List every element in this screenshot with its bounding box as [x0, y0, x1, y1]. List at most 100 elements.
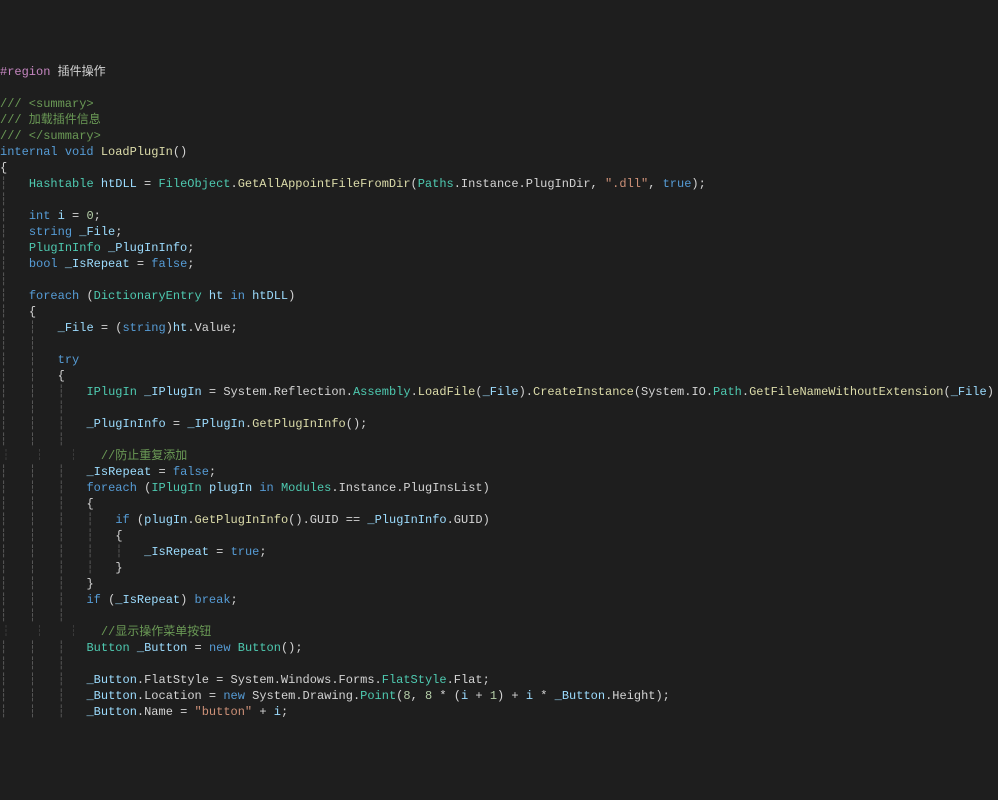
code-token: GetAllAppointFileFromDir [238, 177, 411, 191]
code-token [274, 481, 281, 495]
code-line[interactable]: ┆ ┆ ┆ [0, 608, 998, 624]
code-line[interactable]: ┆ ┆ ┆ //显示操作菜单按钮 [0, 624, 998, 640]
code-line[interactable]: ┆ ┆ ┆ [0, 432, 998, 448]
code-token [130, 641, 137, 655]
code-token: { [115, 529, 122, 543]
code-token: _Button [86, 673, 136, 687]
code-token: true [663, 177, 692, 191]
code-token: ( [411, 177, 418, 191]
code-line[interactable]: ┆ [0, 192, 998, 208]
code-line[interactable]: ┆ ┆ ┆ //防止重复添加 [0, 448, 998, 464]
code-token [58, 145, 65, 159]
code-token: .Height); [605, 689, 670, 703]
code-token [202, 481, 209, 495]
code-line[interactable]: ┆ ┆ ┆ _IsRepeat = false; [0, 464, 998, 480]
code-line[interactable]: ┆ ┆ ┆ _Button.Location = new System.Draw… [0, 688, 998, 704]
code-line[interactable] [0, 80, 998, 96]
code-line[interactable]: ┆ ┆ ┆ ┆ } [0, 560, 998, 576]
code-line[interactable]: ┆ ┆ ┆ if (_IsRepeat) break; [0, 592, 998, 608]
code-line[interactable]: ┆ ┆ ┆ } [0, 576, 998, 592]
code-token: , [411, 689, 425, 703]
code-token: ( [475, 385, 482, 399]
code-token: i [526, 689, 533, 703]
code-line[interactable]: internal void LoadPlugIn() [0, 144, 998, 160]
code-token: _File [483, 385, 519, 399]
code-line[interactable]: ┆ int i = 0; [0, 208, 998, 224]
code-token: ( [396, 689, 403, 703]
code-token: void [65, 145, 94, 159]
code-token: = [137, 177, 159, 191]
code-token: ht [209, 289, 223, 303]
code-token: FileObject [158, 177, 230, 191]
code-token: . [187, 513, 194, 527]
code-line[interactable]: ┆ ┆ ┆ Button _Button = new Button(); [0, 640, 998, 656]
code-line[interactable]: ┆ Hashtable htDLL = FileObject.GetAllApp… [0, 176, 998, 192]
code-token: { [29, 305, 36, 319]
code-token: DictionaryEntry [94, 289, 202, 303]
code-token: () [173, 145, 187, 159]
code-token: (); [281, 641, 303, 655]
code-line[interactable]: ┆ bool _IsRepeat = false; [0, 256, 998, 272]
code-line[interactable]: ┆ [0, 272, 998, 288]
code-line[interactable]: ┆ ┆ ┆ ┆ if (plugIn.GetPlugInInfo().GUID … [0, 512, 998, 528]
code-editor[interactable]: #region 插件操作 /// <summary>/// 加载插件信息/// … [0, 64, 998, 720]
code-line[interactable]: { [0, 160, 998, 176]
code-line[interactable]: ┆ ┆ ┆ ┆ ┆ _IsRepeat = true; [0, 544, 998, 560]
code-token [202, 289, 209, 303]
code-token [231, 641, 238, 655]
code-token: _Button [86, 689, 136, 703]
code-token: foreach [86, 481, 136, 495]
code-token: * [533, 689, 555, 703]
code-token: GetPlugInInfo [195, 513, 289, 527]
code-token: + [468, 689, 490, 703]
code-line[interactable]: ┆ ┆ ┆ ┆ { [0, 528, 998, 544]
code-token: Hashtable [29, 177, 94, 191]
code-line[interactable]: ┆ ┆ [0, 336, 998, 352]
code-line[interactable]: /// 加载插件信息 [0, 112, 998, 128]
code-token: in [231, 289, 245, 303]
code-token: false [151, 257, 187, 271]
code-line[interactable]: ┆ ┆ ┆ [0, 400, 998, 416]
code-line[interactable]: ┆ PlugInInfo _PlugInInfo; [0, 240, 998, 256]
code-token: //防止重复添加 [101, 449, 187, 463]
code-token: _IPlugIn [144, 385, 202, 399]
code-token: ( [79, 289, 93, 303]
code-token: _PlugInInfo [108, 241, 187, 255]
code-token: /// <summary> [0, 97, 94, 111]
code-line[interactable]: ┆ ┆ ┆ [0, 656, 998, 672]
code-token: IPlugIn [86, 385, 136, 399]
code-line[interactable]: ┆ ┆ ┆ _PlugInInfo = _IPlugIn.GetPlugInIn… [0, 416, 998, 432]
code-token: _IsRepeat [86, 465, 151, 479]
code-token: ( [130, 513, 144, 527]
code-token [50, 209, 57, 223]
code-token: (); [346, 417, 368, 431]
code-token: Path [713, 385, 742, 399]
code-line[interactable]: ┆ ┆ ┆ { [0, 496, 998, 512]
code-token: 插件操作 [50, 65, 105, 79]
code-token: ().GUID == [288, 513, 367, 527]
code-token: //显示操作菜单按钮 [101, 625, 211, 639]
code-line[interactable]: ┆ ┆ ┆ _Button.Name = "button" + i; [0, 704, 998, 720]
code-line[interactable]: ┆ ┆ _File = (string)ht.Value; [0, 320, 998, 336]
code-line[interactable]: /// <summary> [0, 96, 998, 112]
code-token: /// </summary> [0, 129, 101, 143]
code-line[interactable]: #region 插件操作 [0, 64, 998, 80]
code-line[interactable]: ┆ ┆ ┆ _Button.FlatStyle = System.Windows… [0, 672, 998, 688]
code-token [94, 177, 101, 191]
code-line[interactable]: ┆ ┆ ┆ foreach (IPlugIn plugIn in Modules… [0, 480, 998, 496]
code-token: PlugInInfo [29, 241, 101, 255]
code-line[interactable]: ┆ ┆ ┆ IPlugIn _IPlugIn = System.Reflecti… [0, 384, 998, 400]
code-line[interactable]: ┆ ┆ { [0, 368, 998, 384]
code-token: ). [519, 385, 533, 399]
code-token: { [86, 497, 93, 511]
code-token: ); [691, 177, 705, 191]
code-token: = ( [94, 321, 123, 335]
code-line[interactable]: ┆ ┆ try [0, 352, 998, 368]
code-line[interactable]: /// </summary> [0, 128, 998, 144]
code-token: htDLL [252, 289, 288, 303]
code-token: ; [209, 465, 216, 479]
code-line[interactable]: ┆ string _File; [0, 224, 998, 240]
code-line[interactable]: ┆ foreach (DictionaryEntry ht in htDLL) [0, 288, 998, 304]
code-line[interactable]: ┆ { [0, 304, 998, 320]
code-token: .Flat; [447, 673, 490, 687]
